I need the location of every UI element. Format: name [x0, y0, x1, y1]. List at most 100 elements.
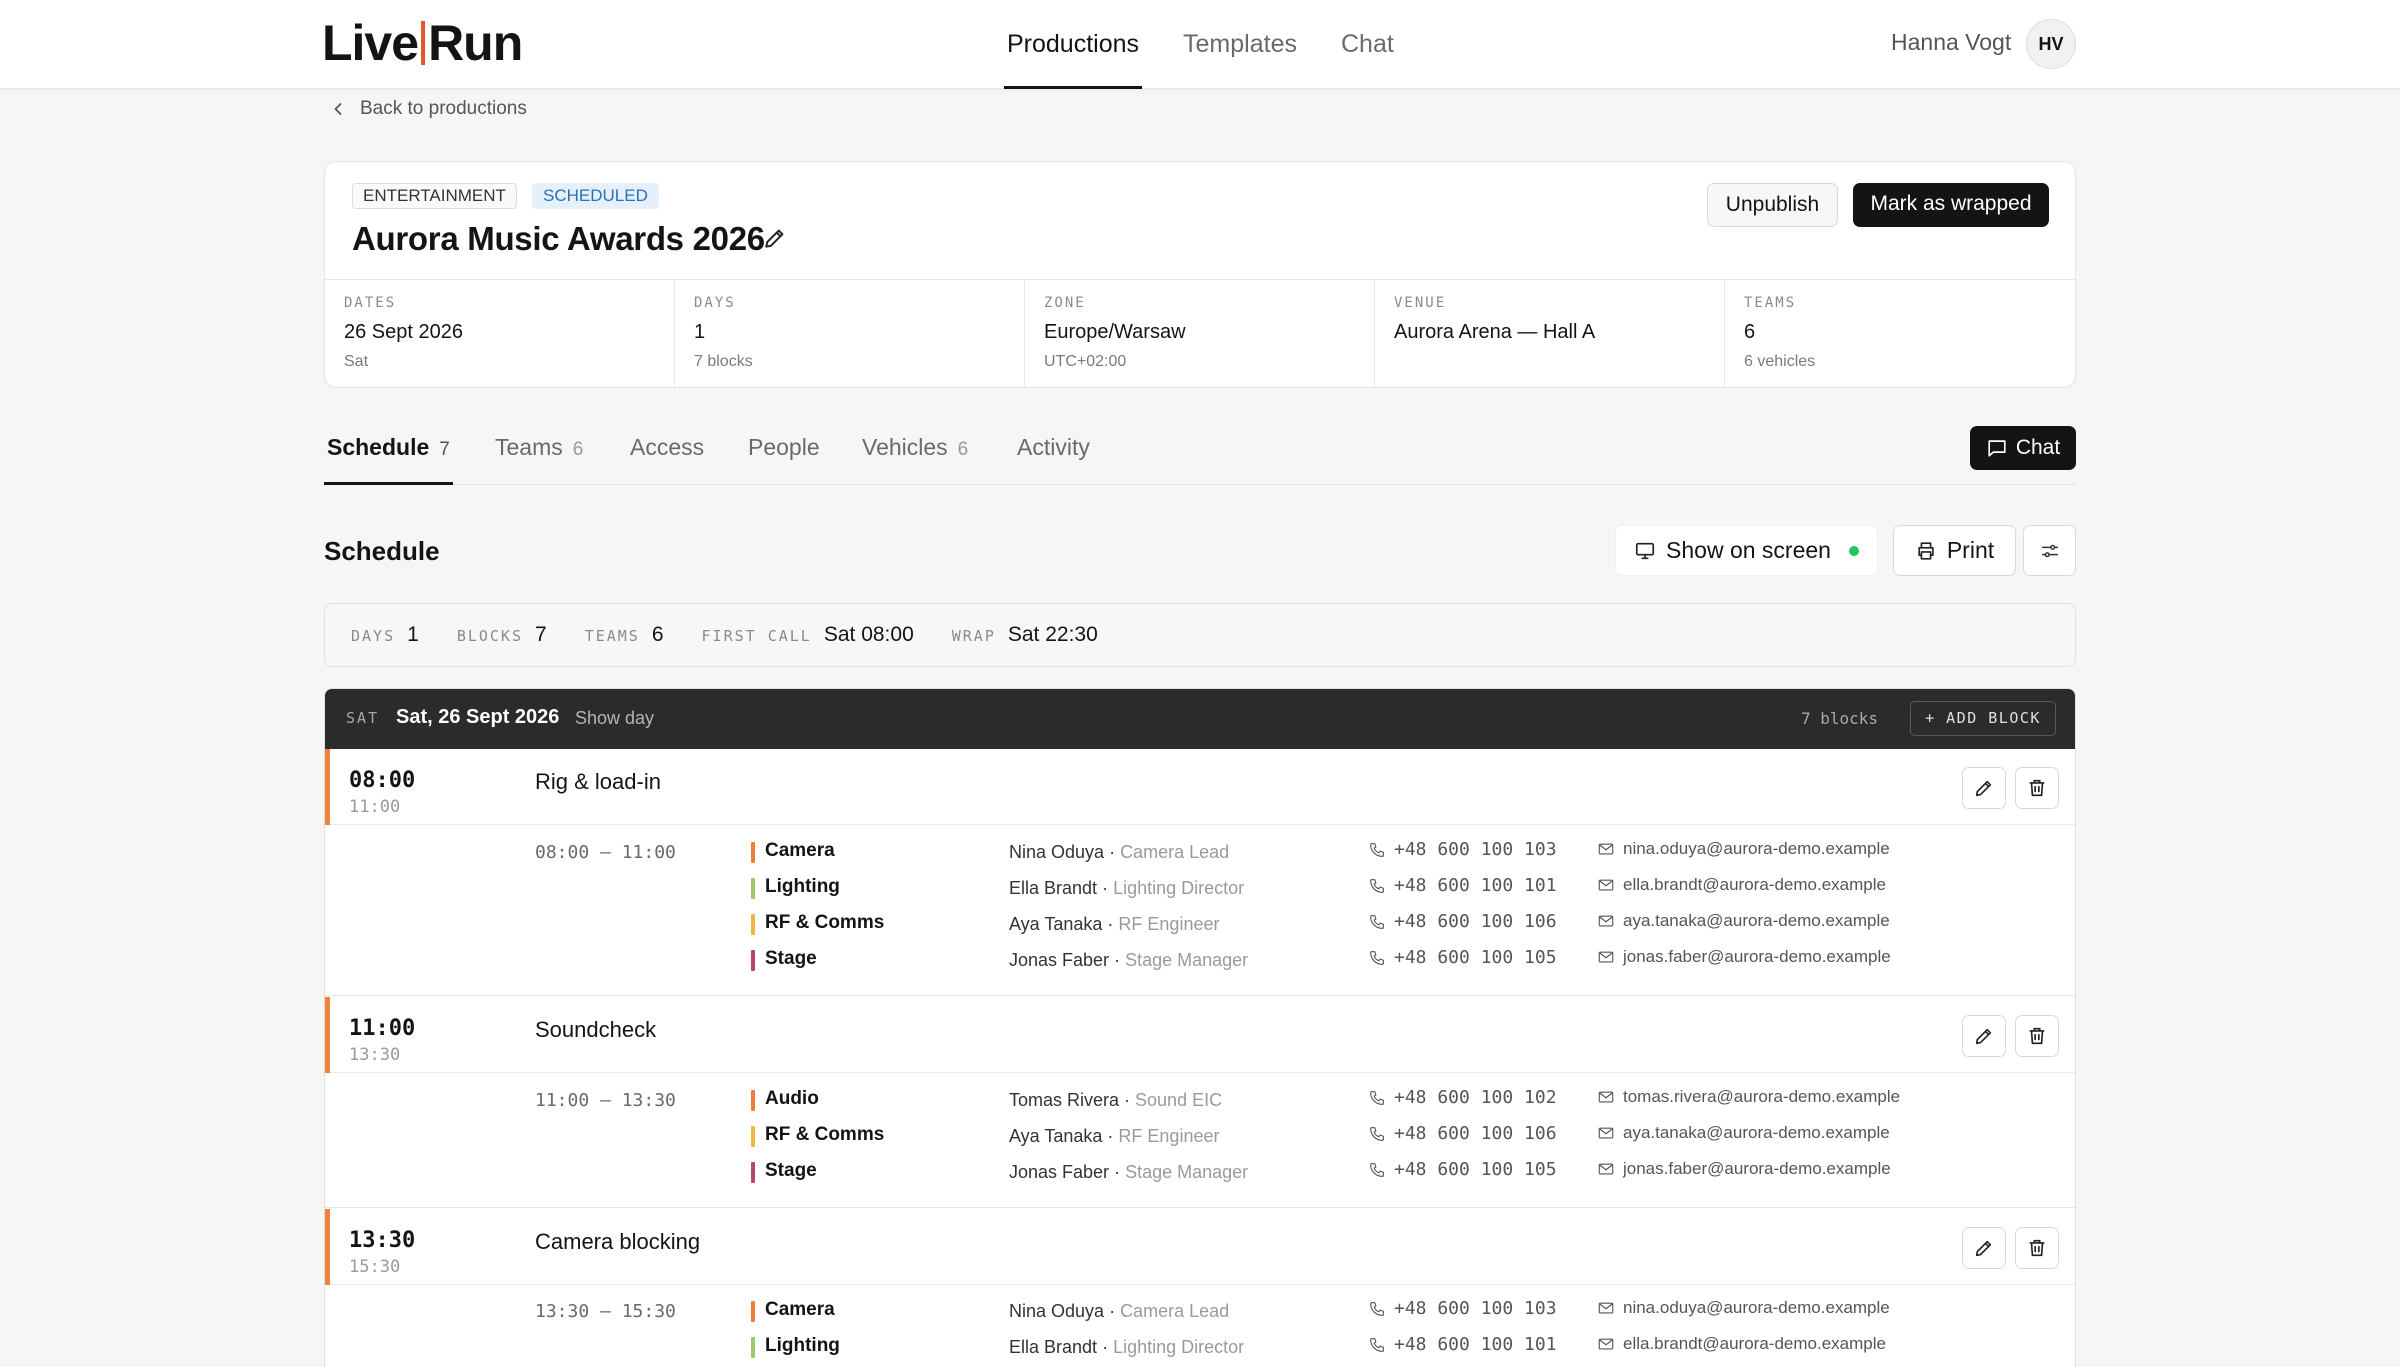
phone-contact[interactable]: +48 600 100 103 — [1368, 1298, 1557, 1319]
contact-person: Jonas Faber · Stage Manager — [1009, 950, 1249, 970]
edit-block-button[interactable] — [1962, 1015, 2006, 1057]
email-contact[interactable]: tomas.rivera@aurora-demo.example — [1597, 1087, 1900, 1107]
day-header: SAT Sat, 26 Sept 2026 Show day 7 blocks … — [325, 689, 2075, 749]
schedule-block[interactable]: 13:30 15:30 Camera blocking 13:30 – 15:3… — [325, 1209, 2075, 1367]
tab-vehicles[interactable]: Vehicles 6 — [862, 434, 968, 485]
edit-block-button[interactable] — [1962, 767, 2006, 809]
tab-people[interactable]: People — [748, 434, 820, 485]
stat-value: Sat 22:30 — [1007, 623, 1098, 646]
tab-count: 6 — [572, 439, 584, 460]
mail-icon — [1598, 1091, 1614, 1103]
avatar[interactable]: HV — [2026, 19, 2076, 69]
meta-days: DAYS 1 7 blocks — [675, 280, 1025, 387]
show-on-screen-button[interactable]: Show on screen — [1615, 525, 1878, 576]
meta-zone: ZONE Europe/Warsaw UTC+02:00 — [1025, 280, 1375, 387]
mark-as-wrapped-button[interactable]: Mark as wrapped — [1853, 183, 2049, 227]
nav-chat[interactable]: Chat — [1338, 0, 1397, 89]
back-label: Back to productions — [360, 98, 527, 119]
chat-button-label: Chat — [2015, 436, 2061, 459]
email-contact[interactable]: nina.oduya@aurora-demo.example — [1597, 839, 1890, 859]
person-name: Ella Brandt — [1009, 1337, 1098, 1357]
meta-label: TEAMS — [1744, 295, 1797, 311]
tab-access[interactable]: Access — [630, 434, 704, 485]
email-address: aya.tanaka@aurora-demo.example — [1623, 911, 1890, 930]
block-start-time: 13:30 — [349, 1228, 416, 1253]
team-color-swatch — [751, 1301, 755, 1322]
assignment-time-range: 13:30 – 15:30 — [535, 1301, 676, 1322]
tab-schedule[interactable]: Schedule 7 — [324, 434, 453, 485]
stat-label: FIRST CALL — [701, 627, 812, 645]
nav-productions[interactable]: Productions — [1004, 0, 1143, 89]
person-name: Jonas Faber — [1009, 1162, 1110, 1182]
block-end-time: 11:00 — [349, 797, 401, 817]
add-block-button[interactable]: + ADD BLOCK — [1910, 701, 2056, 736]
pencil-icon[interactable] — [762, 225, 788, 251]
team-color-swatch — [751, 1162, 755, 1183]
logo-text-live: Live — [322, 15, 419, 71]
tab-label: Access — [630, 434, 705, 460]
email-address: aya.tanaka@aurora-demo.example — [1623, 1123, 1890, 1142]
email-contact[interactable]: nina.oduya@aurora-demo.example — [1597, 1298, 1890, 1318]
nav-templates[interactable]: Templates — [1180, 0, 1300, 89]
phone-contact[interactable]: +48 600 100 106 — [1368, 911, 1557, 932]
block-start-time: 11:00 — [349, 1016, 416, 1041]
view-options-button[interactable] — [2023, 525, 2076, 576]
phone-contact[interactable]: +48 600 100 105 — [1368, 1159, 1557, 1180]
phone-icon — [1370, 1337, 1384, 1352]
chat-button[interactable]: Chat — [1970, 426, 2076, 470]
print-button[interactable]: Print — [1893, 525, 2016, 576]
phone-contact[interactable]: +48 600 100 101 — [1368, 1334, 1557, 1355]
user-name[interactable]: Hanna Vogt — [1891, 29, 2011, 56]
phone-number: +48 600 100 106 — [1394, 911, 1557, 932]
pencil-icon — [1975, 780, 1992, 797]
stat-value: 7 — [535, 623, 547, 646]
stat-label: TEAMS — [584, 627, 640, 645]
team-color-swatch — [751, 1090, 755, 1111]
email-contact[interactable]: aya.tanaka@aurora-demo.example — [1597, 1123, 1890, 1143]
delete-block-button[interactable] — [2015, 1015, 2059, 1057]
stat-label: DAYS — [351, 627, 396, 645]
logo-text-run: Run — [428, 15, 523, 71]
email-contact[interactable]: jonas.faber@aurora-demo.example — [1597, 1159, 1891, 1179]
delete-block-button[interactable] — [2015, 767, 2059, 809]
meta-sub: UTC+02:00 — [1044, 353, 1127, 370]
contact-person: Tomas Rivera · Sound EIC — [1009, 1090, 1223, 1110]
phone-contact[interactable]: +48 600 100 102 — [1368, 1087, 1557, 1108]
assignment-row: Lighting Ella Brandt · Lighting Director… — [325, 872, 2075, 908]
email-address: nina.oduya@aurora-demo.example — [1623, 1298, 1890, 1317]
contact-person: Aya Tanaka · RF Engineer — [1009, 914, 1220, 934]
person-name: Aya Tanaka — [1009, 914, 1103, 934]
team-name: Stage — [765, 948, 817, 969]
team-name: Audio — [765, 1088, 819, 1109]
logo[interactable]: Live Run — [322, 14, 523, 72]
assignment-row: RF & Comms Aya Tanaka · RF Engineer +48 … — [325, 908, 2075, 944]
email-contact[interactable]: aya.tanaka@aurora-demo.example — [1597, 911, 1890, 931]
schedule-block[interactable]: 08:00 11:00 Rig & load-in 08:00 – 11:00 … — [325, 749, 2075, 996]
email-contact[interactable]: jonas.faber@aurora-demo.example — [1597, 947, 1891, 967]
edit-block-button[interactable] — [1962, 1227, 2006, 1269]
contact-person: Jonas Faber · Stage Manager — [1009, 1162, 1249, 1182]
team-color-swatch — [751, 1126, 755, 1147]
delete-block-button[interactable] — [2015, 1227, 2059, 1269]
phone-contact[interactable]: +48 600 100 101 — [1368, 875, 1557, 896]
tab-teams[interactable]: Teams 6 — [495, 434, 583, 485]
person-role: Lighting Director — [1113, 878, 1245, 898]
meta-label: DATES — [344, 295, 397, 311]
phone-contact[interactable]: +48 600 100 106 — [1368, 1123, 1557, 1144]
tab-activity[interactable]: Activity — [1017, 434, 1090, 485]
unpublish-button[interactable]: Unpublish — [1707, 183, 1838, 227]
schedule-block[interactable]: 11:00 13:30 Soundcheck 11:00 – 13:30 Aud… — [325, 997, 2075, 1208]
trash-icon — [2029, 1027, 2045, 1045]
stat-value: 1 — [407, 623, 419, 646]
printer-icon — [1918, 541, 1934, 560]
email-address: tomas.rivera@aurora-demo.example — [1623, 1087, 1901, 1106]
person-name: Tomas Rivera — [1009, 1090, 1120, 1110]
phone-contact[interactable]: +48 600 100 103 — [1368, 839, 1557, 860]
back-to-productions-link[interactable]: Back to productions — [328, 98, 527, 120]
day-panel: SAT Sat, 26 Sept 2026 Show day 7 blocks … — [324, 688, 2076, 1367]
phone-contact[interactable]: +48 600 100 105 — [1368, 947, 1557, 968]
email-contact[interactable]: ella.brandt@aurora-demo.example — [1597, 1334, 1886, 1354]
mail-icon — [1598, 1163, 1614, 1175]
email-contact[interactable]: ella.brandt@aurora-demo.example — [1597, 875, 1886, 895]
team-name: Camera — [765, 1299, 835, 1320]
